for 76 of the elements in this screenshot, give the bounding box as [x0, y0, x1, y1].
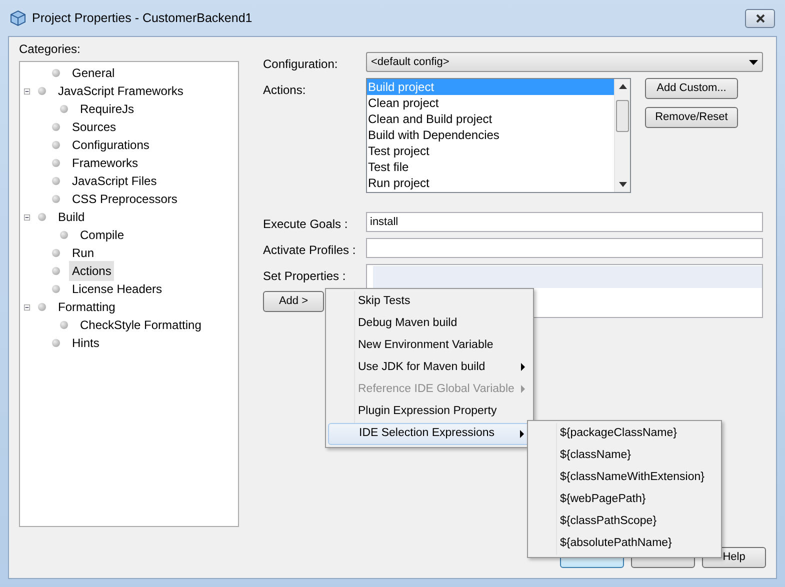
- list-item[interactable]: Clean project: [367, 95, 614, 111]
- menu-item[interactable]: Debug Maven build: [328, 313, 531, 335]
- category-item[interactable]: Frameworks: [69, 153, 142, 173]
- profiles-field[interactable]: [366, 238, 763, 258]
- menu-item[interactable]: ${webPagePath}: [530, 489, 719, 511]
- scrollbar[interactable]: [614, 79, 630, 192]
- list-item[interactable]: Build with Dependencies: [367, 127, 614, 143]
- menu-item[interactable]: ${classNameWithExtension}: [530, 467, 719, 489]
- list-item[interactable]: Test project: [367, 143, 614, 159]
- actions-list[interactable]: Build project Clean project Clean and Build project Build with Dependencies Test project Test file Run project: [366, 78, 631, 193]
- configuration-dropdown[interactable]: <default config>: [366, 52, 763, 72]
- category-item[interactable]: Configurations: [69, 135, 152, 155]
- submenu-arrow-icon: [521, 363, 525, 371]
- category-item[interactable]: Compile: [77, 225, 128, 245]
- node-dot-icon: [60, 321, 68, 329]
- field-label: Configuration:: [263, 56, 339, 73]
- cube-icon: [10, 10, 26, 26]
- close-icon: [754, 12, 766, 24]
- menu-item[interactable]: Skip Tests: [328, 291, 531, 313]
- action-button[interactable]: Add Custom...: [645, 78, 738, 99]
- node-dot-icon: [52, 285, 60, 293]
- submenu-arrow-icon: [521, 385, 525, 393]
- scroll-down-icon: [618, 182, 626, 187]
- menu-item[interactable]: Use JDK for Maven build: [328, 357, 531, 379]
- category-item[interactable]: Run: [69, 243, 98, 263]
- category-item[interactable]: JavaScript Frameworks: [55, 81, 186, 101]
- caret-icon: [749, 60, 758, 64]
- node-dot-icon: [52, 195, 60, 203]
- collapse-toggle[interactable]: [24, 302, 30, 312]
- list-item[interactable]: Clean and Build project: [367, 111, 614, 127]
- scroll-thumb[interactable]: [616, 100, 629, 132]
- collapse-toggle[interactable]: [24, 212, 30, 222]
- submenu-arrow-icon: [520, 430, 524, 438]
- node-dot-icon: [52, 339, 60, 347]
- goals-field[interactable]: install: [366, 212, 763, 232]
- category-item[interactable]: Build: [55, 207, 88, 227]
- menu-item[interactable]: ${className}: [530, 445, 719, 467]
- category-item[interactable]: Actions: [69, 261, 114, 281]
- node-dot-icon: [60, 105, 68, 113]
- category-item[interactable]: Hints: [69, 333, 102, 353]
- field-label: Set Properties :: [263, 269, 346, 283]
- node-dot-icon: [60, 231, 68, 239]
- node-dot-icon: [52, 141, 60, 149]
- node-dot-icon: [52, 177, 60, 185]
- node-dot-icon: [52, 159, 60, 167]
- category-item[interactable]: CSS Preprocessors: [69, 189, 180, 209]
- category-item[interactable]: Formatting: [55, 297, 118, 317]
- node-dot-icon: [38, 87, 46, 95]
- menu-item[interactable]: ${classPathScope}: [530, 511, 719, 533]
- category-item[interactable]: CheckStyle Formatting: [77, 315, 204, 335]
- collapse-toggle[interactable]: [24, 86, 30, 96]
- close-button[interactable]: [745, 8, 775, 28]
- field-label: Actions:: [263, 82, 307, 99]
- list-item[interactable]: Test file: [367, 159, 614, 175]
- action-button[interactable]: Remove/Reset: [645, 107, 738, 128]
- window-title: Project Properties - CustomerBackend1: [32, 10, 252, 27]
- node-dot-icon: [52, 69, 60, 77]
- node-dot-icon: [52, 249, 60, 257]
- categories-label: Categories:: [19, 41, 82, 58]
- category-item[interactable]: JavaScript Files: [69, 171, 160, 191]
- category-item[interactable]: General: [69, 63, 118, 83]
- menu-item[interactable]: Plugin Expression Property: [328, 401, 531, 423]
- node-dot-icon: [52, 123, 60, 131]
- category-item[interactable]: License Headers: [69, 279, 166, 299]
- node-dot-icon: [52, 267, 60, 275]
- field-label: Execute Goals :: [263, 216, 349, 233]
- menu-item[interactable]: ${packageClassName}: [530, 423, 719, 445]
- menu-item[interactable]: New Environment Variable: [328, 335, 531, 357]
- node-dot-icon: [38, 303, 46, 311]
- node-dot-icon: [38, 213, 46, 221]
- scroll-up-icon: [618, 84, 626, 89]
- add-button[interactable]: Add >: [263, 291, 324, 312]
- category-item[interactable]: RequireJs: [77, 99, 138, 119]
- category-item[interactable]: Sources: [69, 117, 120, 137]
- field-label: Activate Profiles :: [263, 242, 357, 259]
- list-item[interactable]: Run project: [367, 175, 614, 191]
